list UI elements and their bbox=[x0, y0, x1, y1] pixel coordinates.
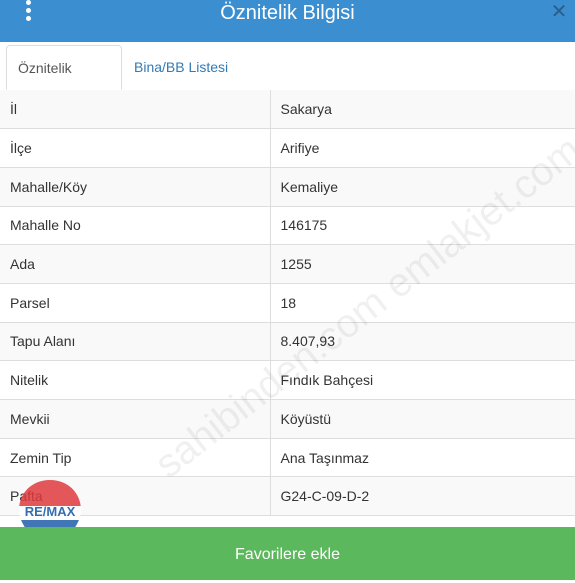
attribute-key: İl bbox=[0, 90, 271, 130]
attribute-table: İl Sakarya İlçe Arifiye Mahalle/Köy Kemaliye M… bbox=[0, 90, 575, 517]
attribute-key: Tapu Alanı bbox=[0, 322, 271, 362]
attribute-key: İlçe bbox=[0, 128, 271, 168]
attribute-value: Ana Taşınmaz bbox=[270, 438, 575, 478]
logo-text: RE/MAX bbox=[25, 504, 76, 519]
attribute-value: Kemaliye bbox=[270, 167, 575, 207]
title-bar: Öznitelik Bilgisi ✕ bbox=[0, 0, 575, 42]
close-icon[interactable]: ✕ bbox=[549, 2, 569, 22]
table-row: Parsel 18 bbox=[0, 283, 575, 323]
table-row: Ada 1255 bbox=[0, 244, 575, 284]
attribute-key: Mevkii bbox=[0, 399, 271, 439]
attribute-key: Parsel bbox=[0, 283, 271, 323]
table-row: İlçe Arifiye bbox=[0, 128, 575, 168]
attribute-value: Sakarya bbox=[270, 90, 575, 130]
table-row: Mahalle/Köy Kemaliye bbox=[0, 167, 575, 207]
tab-building-list[interactable]: Bina/BB Listesi bbox=[123, 45, 239, 90]
table-row: Zemin Tip Ana Taşınmaz bbox=[0, 438, 575, 478]
attribute-value: 1255 bbox=[270, 244, 575, 284]
tab-bar: Öznitelik Bilgisi Bina/BB Listesi bbox=[0, 42, 575, 121]
table-row: Mahalle No 146175 bbox=[0, 206, 575, 246]
attribute-value: Köyüstü bbox=[270, 399, 575, 439]
add-to-favorites-button[interactable]: Favorilere ekle bbox=[0, 527, 575, 580]
dialog-title: Öznitelik Bilgisi bbox=[220, 2, 355, 24]
attribute-value: 146175 bbox=[270, 206, 575, 246]
attribute-value: Fındık Bahçesi bbox=[270, 360, 575, 400]
table-row: PaftaG24-C-09-D-2 bbox=[0, 476, 575, 517]
table-row: İl Sakarya bbox=[0, 90, 575, 130]
attribute-value: 8.407,93 bbox=[270, 322, 575, 362]
attribute-value: G24-C-09-D-2 bbox=[270, 476, 575, 517]
tab-attribute-info[interactable]: Öznitelik Bilgisi bbox=[6, 45, 122, 121]
attribute-key: Ada bbox=[0, 244, 271, 284]
attribute-value: 18 bbox=[270, 283, 575, 323]
table-row: Nitelik Fındık Bahçesi bbox=[0, 360, 575, 400]
attribute-key: Zemin Tip bbox=[0, 438, 271, 478]
attribute-key: Mahalle/Köy bbox=[0, 167, 271, 207]
table-row: Mevkii Köyüstü bbox=[0, 399, 575, 439]
attribute-value: Arifiye bbox=[270, 128, 575, 168]
attribute-key: Mahalle No bbox=[0, 206, 271, 246]
table-row: Tapu Alanı 8.407,93 bbox=[0, 322, 575, 362]
attribute-key: Nitelik bbox=[0, 360, 271, 400]
